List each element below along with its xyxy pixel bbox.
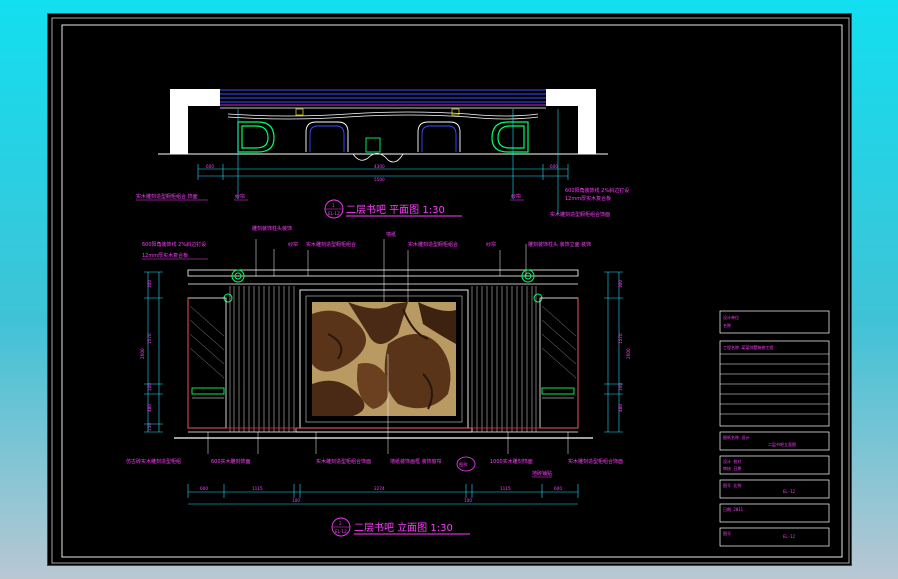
left-curtain bbox=[229, 286, 295, 432]
elev-vdim-left-2: 100 bbox=[147, 383, 152, 391]
legend-circle-label: 图例 bbox=[459, 461, 467, 468]
tb-row-0-line2: 名称 bbox=[723, 322, 731, 328]
elev-label-bottom-b: 600实木雕刻饰面 bbox=[211, 458, 251, 465]
tb-row-4-line1: 图号 比例 bbox=[723, 482, 741, 488]
elev-label-top-c: 实木雕刻造型橱柜组合 bbox=[306, 241, 356, 248]
drawing-sheet: 600 4300 600 5500 实木雕刻造型橱柜组合 饰面 纱帘 纱帘 60… bbox=[47, 13, 852, 566]
plan-title: 二层书吧 平面图 1:30 bbox=[346, 204, 445, 216]
tb-row-3-line1: 设计 校对 bbox=[723, 458, 741, 464]
elev-label-bottom-d: 墙纸装饰画框 装饰窗帘 bbox=[390, 458, 442, 465]
plan-label-curtain-left: 纱帘 bbox=[235, 193, 245, 200]
plan-label-curtain-right: 纱帘 bbox=[511, 193, 521, 200]
cad-drawing: 600 4300 600 5500 实木雕刻造型橱柜组合 饰面 纱帘 纱帘 60… bbox=[51, 17, 850, 564]
elev-vdim-right-3: 480 bbox=[618, 404, 623, 412]
elev-hdim-2: 100 bbox=[292, 498, 300, 503]
plan-label-left-cabinet: 实木雕刻造型橱柜组合 饰面 bbox=[136, 193, 198, 200]
tb-row-5-line1: 日期 2011 bbox=[723, 506, 744, 512]
elev-label-left-2: 12mm厚实木复合板 bbox=[142, 252, 188, 259]
elev-hdim-5: 1115 bbox=[500, 486, 511, 491]
right-curtain bbox=[471, 286, 537, 432]
tb-row-2-line2: 二层书吧立面图 bbox=[768, 441, 796, 447]
elev-label-top-b: 纱帘 bbox=[288, 241, 298, 248]
elev-label-bottom-g: 地砖铺贴 bbox=[532, 470, 552, 477]
elev-label-top-d: 墙纸 bbox=[386, 231, 396, 238]
tb-row-6-line2: EL-12 bbox=[783, 534, 796, 539]
plan-symbol-sheet: EL-12 bbox=[328, 211, 340, 216]
plan-label-right-top: 600阳角装饰线 2%斜边钉设 bbox=[565, 187, 629, 194]
elev-vdim-right-1: 1570 bbox=[618, 333, 623, 344]
elev-vdim-right-0: 300 bbox=[618, 280, 623, 288]
plan-view: 600 4300 600 5500 实木雕刻造型橱柜组合 饰面 纱帘 纱帘 60… bbox=[136, 89, 629, 219]
plan-dim-right: 600 bbox=[550, 164, 558, 169]
elev-symbol-sheet: EL-12 bbox=[335, 529, 347, 534]
plan-label-right-mid: 12mm厚实木复合板 bbox=[565, 195, 611, 202]
elev-label-bottom-a: 仿古砖实木雕刻造型柜组 bbox=[126, 458, 181, 465]
elev-title: 二层书吧 立面图 1:30 bbox=[354, 521, 453, 534]
elev-hdim-6: 600 bbox=[554, 486, 562, 491]
plan-symbol-number: 1 bbox=[332, 203, 335, 208]
elev-vdim-right-total: 2600 bbox=[626, 348, 631, 359]
plan-dim-left: 600 bbox=[206, 164, 214, 169]
elev-vdim-left-3: 480 bbox=[147, 404, 152, 412]
tb-row-1-line1: 工程名称 某某别墅装修工程 bbox=[723, 344, 773, 350]
tb-row-0-line1: 设计单位 bbox=[723, 314, 739, 320]
elev-label-top-f: 纱帘 bbox=[486, 241, 496, 248]
elev-vdim-right-2: 100 bbox=[618, 383, 623, 391]
elev-vdim-left-1: 1570 bbox=[147, 333, 152, 344]
elev-label-top-g: 雕刻装饰柱头 装饰立面 装饰 bbox=[528, 241, 591, 248]
plan-label-right-bottom: 实木雕刻造型橱柜组合饰面 bbox=[550, 211, 610, 218]
elev-label-bottom-e: 1000实木雕刻饰面 bbox=[490, 458, 533, 465]
elev-label-bottom-c: 实木雕刻造型柜组合饰面 bbox=[316, 458, 371, 465]
elev-label-top-e: 实木雕刻造型橱柜组合 bbox=[408, 241, 458, 248]
plan-dim-total: 5500 bbox=[374, 177, 385, 182]
elev-hdim-4: 100 bbox=[464, 498, 472, 503]
title-block: 设计单位 名称 工程名称 某某别墅装修工程 图纸名称 设计 二层书吧立面图 设计… bbox=[719, 310, 830, 547]
elev-hdim-3: 2274 bbox=[374, 486, 385, 491]
elev-vdim-left-0: 300 bbox=[147, 280, 152, 288]
tb-row-3-line2: 审核 日期 bbox=[723, 465, 741, 471]
elev-hdim-0: 600 bbox=[200, 486, 208, 491]
elev-label-top-a: 雕刻装饰柱头装饰 bbox=[252, 225, 292, 232]
wallpaper-art bbox=[312, 302, 456, 416]
elevation-view: 雕刻装饰柱头装饰 纱帘 实木雕刻造型橱柜组合 墙纸 实木雕刻造型橱柜组合 纱帘 … bbox=[126, 225, 631, 537]
tb-row-2-line1: 图纸名称 设计 bbox=[723, 434, 749, 440]
plan-dim-mid: 4300 bbox=[374, 164, 385, 169]
elev-vdim-left-4: 150 bbox=[147, 423, 152, 431]
tb-row-4-line2: EL-12 bbox=[783, 489, 796, 494]
elev-hdim-1: 1115 bbox=[252, 486, 263, 491]
elev-label-left-1: 600阳角装饰线 2%斜边钉设 bbox=[142, 241, 206, 248]
elev-symbol-number: 2 bbox=[339, 521, 342, 526]
elev-vdim-left-total: 2600 bbox=[140, 348, 145, 359]
elev-label-bottom-f: 实木雕刻造型柜组合饰面 bbox=[568, 458, 623, 465]
tb-row-6-line1: 图号 bbox=[723, 530, 731, 536]
